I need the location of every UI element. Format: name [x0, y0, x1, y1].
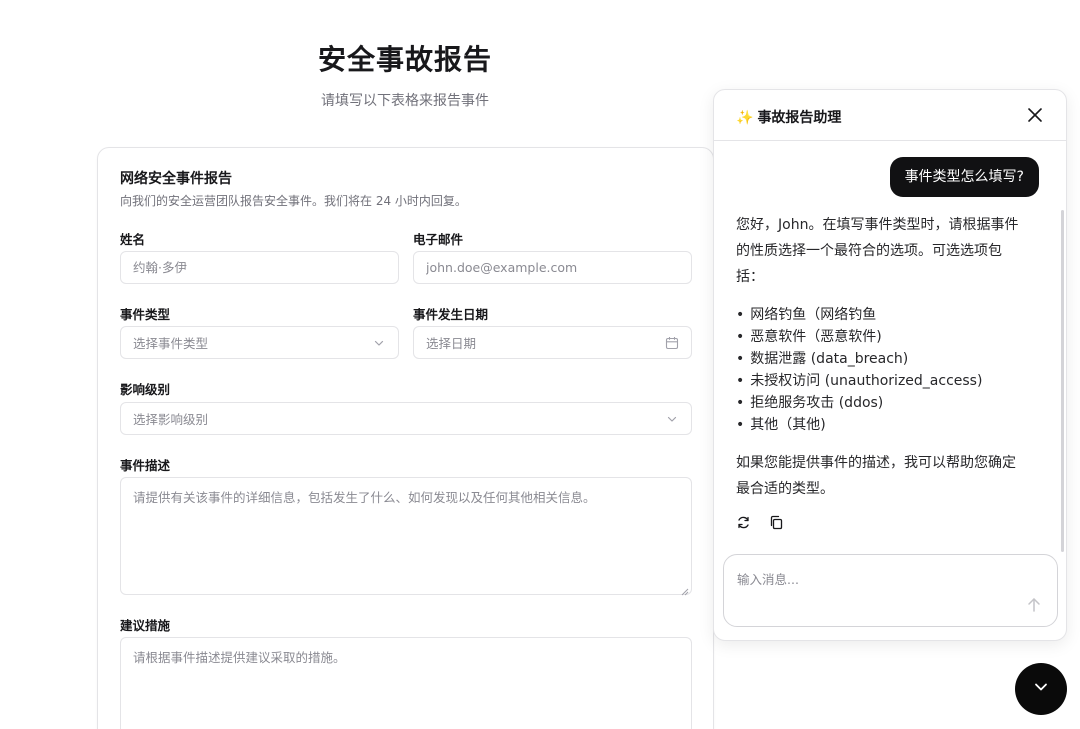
send-arrow-icon[interactable] — [1025, 596, 1043, 614]
chevron-down-icon — [372, 336, 386, 350]
incident-type-options-list: 网络钓鱼（网络钓鱼 恶意软件（恶意软件) 数据泄露 (data_breach) … — [736, 304, 1026, 436]
regenerate-icon[interactable] — [736, 515, 751, 530]
list-item: 网络钓鱼（网络钓鱼 — [736, 304, 1026, 326]
incident-date-value: 选择日期 — [426, 336, 477, 351]
severity-select[interactable]: 选择影响级别 — [120, 402, 692, 435]
chat-title-text: 事故报告助理 — [757, 110, 842, 126]
copy-icon[interactable] — [769, 515, 784, 530]
form-description: 向我们的安全运营团队报告安全事件。我们将在 24 小时内回复。 — [120, 194, 467, 208]
assistant-message: 您好，John。在填写事件类型时，请根据事件的性质选择一个最符合的选项。可选选项… — [736, 212, 1026, 502]
actions-textarea[interactable]: 请根据事件描述提供建议采取的措施。 — [120, 637, 692, 729]
actions-placeholder: 请根据事件描述提供建议采取的措施。 — [133, 650, 346, 665]
resize-handle-icon[interactable] — [681, 584, 689, 596]
description-label: 事件描述 — [120, 458, 171, 473]
page-title: 安全事故报告 — [317, 43, 492, 76]
name-field[interactable] — [120, 251, 399, 284]
email-label: 电子邮件 — [413, 232, 464, 247]
severity-value: 选择影响级别 — [133, 412, 209, 427]
page-header: 安全事故报告 请填写以下表格来报告事件 — [0, 38, 810, 110]
chat-toggle-button[interactable] — [1015, 663, 1067, 715]
chevron-down-icon — [665, 412, 679, 426]
close-icon[interactable] — [1026, 106, 1044, 124]
sparkles-icon: ✨ — [736, 110, 754, 126]
description-placeholder: 请提供有关该事件的详细信息，包括发生了什么、如何发现以及任何其他相关信息。 — [133, 490, 596, 505]
incident-form-card: 网络安全事件报告 向我们的安全运营团队报告安全事件。我们将在 24 小时内回复。… — [97, 147, 714, 729]
list-item: 恶意软件（恶意软件) — [736, 326, 1026, 348]
chat-scrollbar[interactable] — [1061, 210, 1064, 552]
incident-type-value: 选择事件类型 — [133, 336, 209, 351]
list-item: 数据泄露 (data_breach) — [736, 348, 1026, 370]
list-item: 未授权访问 (unauthorized_access) — [736, 370, 1026, 392]
incident-date-label: 事件发生日期 — [413, 307, 489, 322]
name-input[interactable] — [133, 260, 386, 275]
page-subtitle: 请填写以下表格来报告事件 — [321, 93, 489, 109]
assistant-intro: 您好，John。在填写事件类型时，请根据事件的性质选择一个最符合的选项。可选选项… — [736, 217, 1019, 285]
chevron-down-icon — [1031, 677, 1051, 701]
chat-header: ✨ 事故报告助理 — [714, 90, 1066, 141]
chat-input[interactable]: 输入消息... — [737, 569, 799, 588]
name-label: 姓名 — [120, 232, 146, 247]
list-item: 其他（其他) — [736, 414, 1026, 436]
message-actions — [736, 515, 784, 530]
chat-title: ✨ 事故报告助理 — [736, 107, 841, 127]
email-input[interactable] — [426, 260, 679, 275]
chat-composer[interactable]: 输入消息... — [723, 554, 1058, 627]
severity-label: 影响级别 — [120, 382, 171, 397]
incident-type-label: 事件类型 — [120, 307, 171, 322]
chat-panel: ✨ 事故报告助理 事件类型怎么填写? 您好，John。在填写事件类型时，请根据事件… — [713, 89, 1067, 641]
incident-date-picker[interactable]: 选择日期 — [413, 326, 692, 359]
list-item: 拒绝服务攻击 (ddos) — [736, 392, 1026, 414]
actions-label: 建议措施 — [120, 618, 171, 633]
assistant-outro: 如果您能提供事件的描述，我可以帮助您确定最合适的类型。 — [736, 455, 1016, 497]
calendar-icon — [665, 336, 679, 350]
user-message-bubble: 事件类型怎么填写? — [889, 157, 1039, 197]
description-textarea[interactable]: 请提供有关该事件的详细信息，包括发生了什么、如何发现以及任何其他相关信息。 — [120, 477, 692, 596]
form-title: 网络安全事件报告 — [120, 171, 232, 187]
email-field[interactable] — [413, 251, 692, 284]
incident-type-select[interactable]: 选择事件类型 — [120, 326, 399, 359]
